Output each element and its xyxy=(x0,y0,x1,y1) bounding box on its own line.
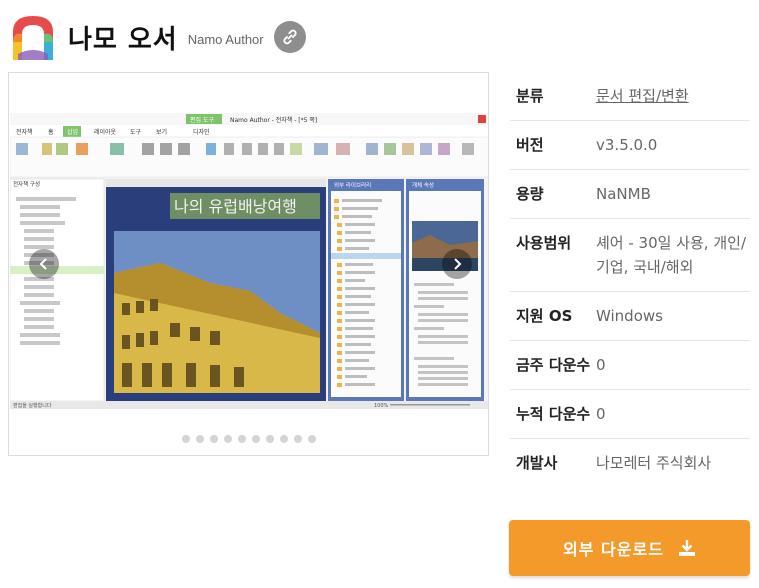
info-value: 나모레터 주식회사 xyxy=(596,454,712,472)
carousel-dot[interactable] xyxy=(195,435,204,443)
info-row-category: 분류 문서 편집/변환 xyxy=(510,72,750,121)
ribbon-tab-5[interactable]: 보기 xyxy=(156,128,167,136)
info-label: 개발사 xyxy=(516,454,558,472)
ribbon-tab-3[interactable]: 레이아웃 xyxy=(94,128,117,136)
window-title: Namo Author - 전자책 - [*5 쪽] xyxy=(230,116,317,124)
carousel-next-button[interactable] xyxy=(442,249,472,279)
download-label: 외부 다운로드 xyxy=(563,540,664,559)
status-text: 편집을 실행합니다 xyxy=(13,402,52,409)
info-row-weekly-downloads: 금주 다운수 0 xyxy=(510,341,750,390)
carousel-dot[interactable] xyxy=(293,435,302,443)
link-button[interactable] xyxy=(273,21,306,53)
info-value: 셰어 - 30일 사용, 개인/기업, 국내/해외 xyxy=(596,234,746,276)
namo-logo-icon xyxy=(13,16,53,60)
ribbon-tab-1[interactable]: 홈 xyxy=(48,128,54,136)
info-row-size: 용량 NaNMB xyxy=(510,170,750,219)
link-icon xyxy=(283,29,297,45)
carousel-dots xyxy=(9,435,488,443)
library-panel-title: 외부 라이브러리 xyxy=(334,181,371,189)
info-label: 누적 다운수 xyxy=(516,405,591,423)
info-label: 분류 xyxy=(516,87,544,105)
app-title: 나모 오서 xyxy=(68,24,178,55)
zoom-level: 100% xyxy=(374,403,389,409)
carousel-dot[interactable] xyxy=(237,435,246,443)
chevron-right-icon xyxy=(454,258,462,270)
chevron-left-icon xyxy=(39,258,47,270)
left-panel-title: 전자책 구성 xyxy=(13,180,40,188)
info-value: 0 xyxy=(596,356,606,374)
info-row-version: 버전 v3.5.0.0 xyxy=(510,121,750,170)
slide-title: 나의 유럽배낭여행 xyxy=(174,197,297,216)
ribbon-tab-6[interactable]: 디자인 xyxy=(193,128,210,136)
category-link[interactable]: 문서 편집/변환 xyxy=(596,84,689,108)
carousel-prev-button[interactable] xyxy=(29,249,59,279)
carousel-dot[interactable] xyxy=(209,435,218,443)
carousel-dot[interactable] xyxy=(251,435,260,443)
info-value: v3.5.0.0 xyxy=(596,136,658,154)
app-screenshot: 편집 도구 Namo Author - 전자책 - [*5 쪽] 전자책 홈 삽… xyxy=(10,113,488,409)
carousel-dot[interactable] xyxy=(223,435,232,443)
app-header: 나모 오서 Namo Author xyxy=(8,10,306,64)
carousel-dot[interactable] xyxy=(265,435,274,443)
info-row-license: 사용범위 셰어 - 30일 사용, 개인/기업, 국내/해외 xyxy=(510,219,750,292)
info-value: NaNMB xyxy=(596,185,651,203)
app-subtitle: Namo Author xyxy=(187,31,264,47)
info-row-total-downloads: 누적 다운수 0 xyxy=(510,390,750,439)
toolbar-tab-label: 편집 도구 xyxy=(190,116,214,124)
info-label: 지원 OS xyxy=(516,307,573,325)
ribbon-tab-0[interactable]: 전자책 xyxy=(16,128,33,136)
carousel-dot[interactable] xyxy=(279,435,288,443)
gallery-panel-title: 개체 속성 xyxy=(412,181,434,189)
ribbon-tab-2[interactable]: 삽입 xyxy=(67,128,78,136)
carousel-dot[interactable] xyxy=(181,435,190,443)
external-download-button[interactable]: 외부 다운로드 xyxy=(509,520,750,576)
info-label: 금주 다운수 xyxy=(516,356,591,374)
download-icon xyxy=(678,540,695,556)
info-label: 용량 xyxy=(516,185,544,203)
screenshot-carousel: 편집 도구 Namo Author - 전자책 - [*5 쪽] 전자책 홈 삽… xyxy=(8,72,489,456)
info-row-os: 지원 OS Windows xyxy=(510,292,750,341)
info-row-developer: 개발사 나모레터 주식회사 xyxy=(510,439,750,487)
ribbon-tab-4[interactable]: 도구 xyxy=(130,129,142,136)
app-info-table: 분류 문서 편집/변환 버전 v3.5.0.0 용량 NaNMB 사용범위 셰어… xyxy=(510,72,750,487)
info-value: 0 xyxy=(596,405,606,423)
carousel-dot[interactable] xyxy=(307,435,316,443)
info-value: Windows xyxy=(596,307,663,325)
info-label: 사용범위 xyxy=(516,234,572,252)
info-label: 버전 xyxy=(516,136,544,154)
